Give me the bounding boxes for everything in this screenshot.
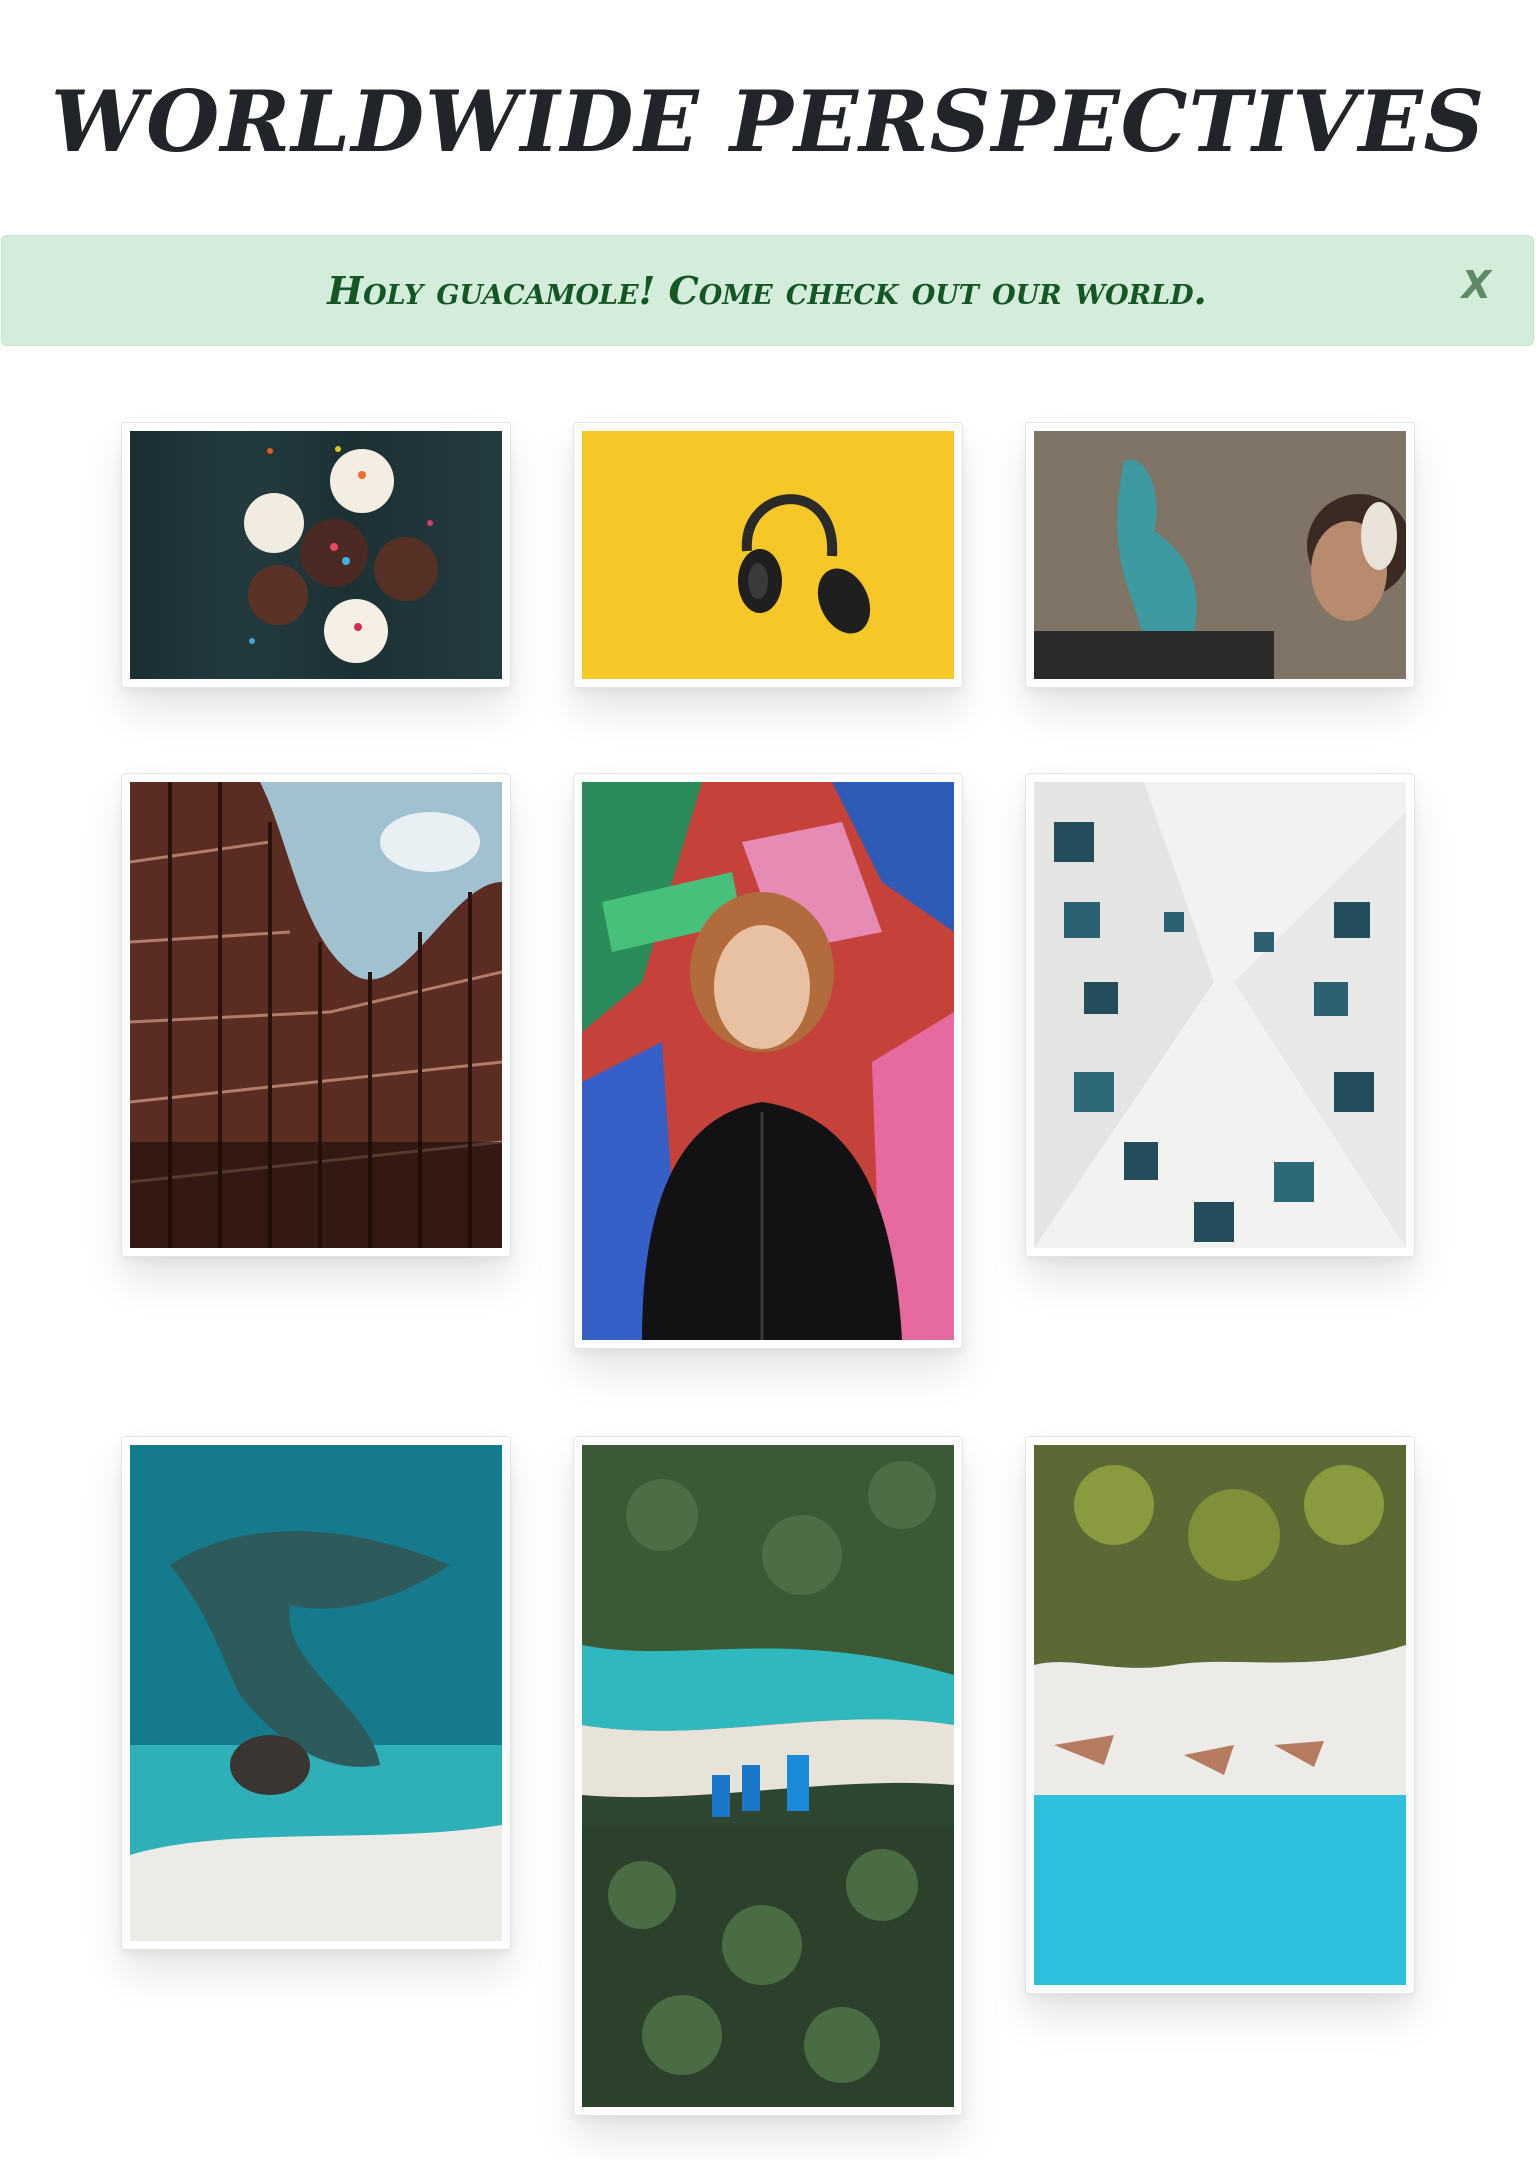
cupcakes-image (130, 431, 502, 679)
page-title: WORLDWIDE PERSPECTIVES (50, 72, 1486, 171)
beach-palms-aerial-image (1034, 1445, 1406, 1985)
curved-building-image (130, 782, 502, 1248)
palm-beach-boats-image (582, 1445, 954, 2107)
photo-card-white-building[interactable] (1025, 773, 1415, 1257)
aerial-reef-image (130, 1445, 502, 1941)
girl-portrait-image (582, 782, 954, 1340)
white-building-image (1034, 782, 1406, 1248)
success-alert: Holy guacamole! Come check out our world… (1, 235, 1534, 346)
page: WORLDWIDE PERSPECTIVES Holy guacamole! C… (0, 0, 1536, 2160)
headphones-image (582, 431, 954, 679)
alert-message: Holy guacamole! Come check out our world… (327, 268, 1207, 313)
graffiti-woman-image (1034, 431, 1406, 679)
photo-card-graffiti-woman[interactable] (1025, 422, 1415, 688)
photo-card-headphones[interactable] (573, 422, 963, 688)
photo-card-aerial-reef[interactable] (121, 1436, 511, 1950)
photo-card-cupcakes[interactable] (121, 422, 511, 688)
photo-card-palm-beach-boats[interactable] (573, 1436, 963, 2116)
photo-card-beach-palms-aerial[interactable] (1025, 1436, 1415, 1994)
photo-card-curved-building[interactable] (121, 773, 511, 1257)
photo-card-girl-portrait[interactable] (573, 773, 963, 1349)
alert-close-button[interactable]: X (1462, 260, 1491, 310)
